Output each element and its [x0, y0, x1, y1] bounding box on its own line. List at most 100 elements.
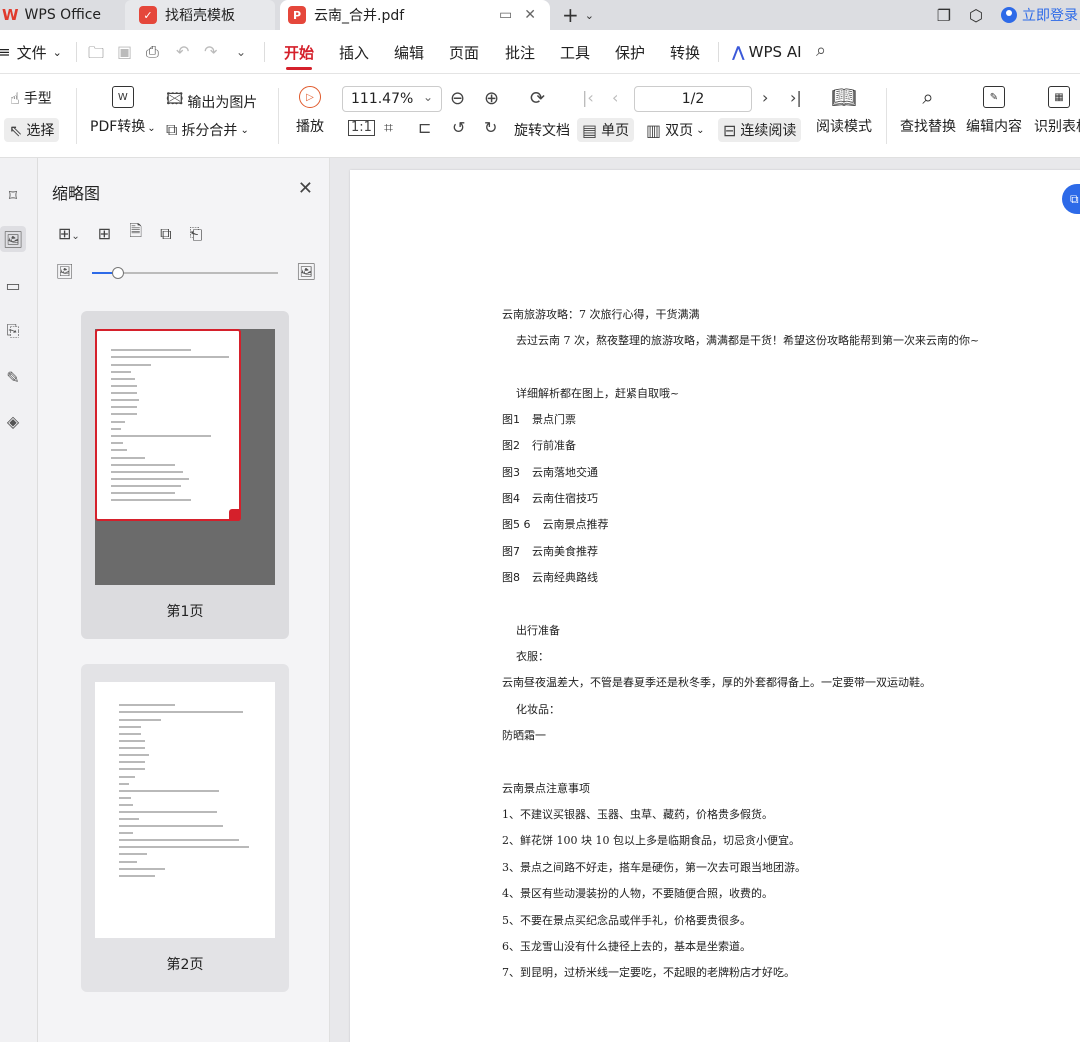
replace-page-icon[interactable]: ⎗ [190, 224, 203, 244]
clothes-text: 云南昼夜温差大，不管是春夏季还是秋冬季，厚的外套都得备上。一定要带一双运动鞋。 [502, 676, 931, 689]
thumbnail-size-slider[interactable]: 🖼︎ 🖼︎ [56, 262, 320, 284]
thumbnail-icon[interactable]: 🖼︎ [0, 226, 26, 252]
layers-icon[interactable]: ◈ [0, 408, 26, 434]
export-image-label: 输出为图片 [187, 94, 258, 111]
note-item: 3、景点之间路不好走，搭车是硬伤，第一次去可跟当地团游。 [502, 861, 806, 874]
monitor-icon[interactable]: ▭ [499, 7, 512, 23]
hand-tool-label: 手型 [23, 91, 52, 107]
chevron-down-icon[interactable]: ⌄ [236, 45, 246, 59]
first-page-icon[interactable]: |‹ [582, 88, 594, 107]
chevron-down-icon: ⌄ [52, 45, 62, 59]
window-restore-icon[interactable]: ❐ [937, 6, 951, 25]
menu-tools[interactable]: 工具 [560, 30, 590, 74]
recognize-table-button[interactable]: ▦ 识别表格 [1034, 86, 1080, 136]
export-image-button[interactable]: 🖾 输出为图片 [166, 88, 257, 115]
menu-insert[interactable]: 插入 [339, 30, 369, 74]
pdf-convert-button[interactable]: W PDF转换 ⌄ [90, 86, 156, 136]
close-icon[interactable]: ✕ [298, 178, 313, 199]
thumbnail-page-1[interactable]: 第1页 [81, 311, 289, 639]
close-tab-icon[interactable]: ✕ [524, 7, 536, 23]
tab-wps-office[interactable]: W WPS Office [0, 0, 118, 30]
single-page-button[interactable]: ▤ 单页 [577, 118, 635, 142]
tab-document[interactable]: P 云南_合并.pdf ▭ ✕ [280, 0, 550, 30]
reading-mode-button[interactable]: 📖︎ 阅读模式 [816, 85, 872, 136]
figure-line: 图1 景点门票 [502, 413, 576, 426]
add-page-icon[interactable]: ⊞ [98, 224, 111, 243]
floating-toolbox-button[interactable]: ⧉ [1062, 184, 1080, 214]
folder-icon[interactable]: 🗀 [88, 42, 104, 69]
next-page-icon[interactable]: › [762, 88, 768, 107]
thumbnail-panel: 缩略图 ✕ ⊞⌄ ⊞ 🗎 ⧉ ⎗ 🖼︎ 🖼︎ 第1页 第2页 [38, 158, 330, 1042]
rotate-right-icon[interactable]: ↻ [484, 118, 497, 137]
thumbnail-page-2[interactable]: 第2页 [81, 664, 289, 992]
thumbnail-page-2-label: 第2页 [166, 957, 204, 973]
bookmark-icon[interactable]: ⌑ [0, 182, 26, 208]
rotate-document-button[interactable]: 旋转文档 [514, 120, 570, 140]
note-item: 2、鲜花饼 100 块 10 包以上多是临期食品，切忌贪小便宜。 [502, 834, 800, 847]
continuous-reading-button[interactable]: ⊟ 连续阅读 [718, 118, 802, 142]
fit-width-icon[interactable]: ⊏ [418, 118, 431, 137]
chevron-down-icon[interactable]: ⌄ [585, 9, 594, 22]
search-icon[interactable]: ⌕ [816, 40, 826, 61]
cube-icon[interactable]: ⬡ [969, 6, 983, 25]
chevron-down-icon: ⌄ [696, 124, 705, 136]
menu-protect[interactable]: 保护 [615, 30, 645, 74]
edit-content-label: 编辑内容 [966, 119, 1022, 135]
new-tab-icon[interactable]: + [562, 3, 579, 27]
signature-icon[interactable]: ✎ [0, 364, 26, 390]
menu-bar: ≡ 文件 ⌄ 🗀 ▣ ⎙ ↶ ↷ ⌄ 开始 插入 编辑 页面 批注 工具 保护 … [0, 30, 1080, 74]
zoom-out-icon[interactable]: ⊖ [450, 88, 465, 109]
play-button[interactable]: ▷ 播放 [296, 86, 324, 136]
rotate-doc-icon[interactable]: ⟳ [530, 88, 545, 109]
thumbnail-page-2-preview [95, 682, 275, 938]
zoom-select[interactable]: 111.47% ⌄ [342, 86, 442, 112]
fit-page-icon[interactable]: ⌗ [384, 118, 393, 138]
attachment-icon[interactable]: ⎘ [0, 318, 26, 344]
play-icon: ▷ [299, 86, 321, 108]
menu-page-label: 页面 [449, 43, 480, 62]
page-number-input[interactable]: 1/2 [634, 86, 752, 112]
actual-size-icon[interactable]: 1:1 [348, 120, 375, 136]
tab-template[interactable]: ✓ 找稻壳模板 [125, 0, 275, 30]
menu-annotate-label: 批注 [505, 43, 536, 62]
slider-knob[interactable] [112, 267, 124, 279]
reading-mode-label: 阅读模式 [816, 119, 872, 135]
redo-icon[interactable]: ↷ [204, 42, 217, 61]
menu-page[interactable]: 页面 [449, 30, 479, 74]
file-menu[interactable]: ≡ 文件 ⌄ [0, 30, 62, 74]
login-button[interactable]: 立即登录 [1001, 5, 1078, 25]
double-page-button[interactable]: ▥ 双页 ⌄ [646, 120, 705, 140]
split-merge-button[interactable]: ⧉ 拆分合并 ⌄ [166, 120, 249, 140]
zoom-in-icon[interactable]: ⊕ [484, 88, 499, 109]
select-tool-button[interactable]: ⇖ 选择 [4, 118, 60, 142]
tab-template-label: 找稻壳模板 [165, 8, 235, 24]
tab-wps-office-label: WPS Office [24, 7, 102, 23]
comment-icon[interactable]: ▭ [0, 272, 26, 298]
menu-start[interactable]: 开始 [284, 30, 314, 74]
edit-content-button[interactable]: ✎ 编辑内容 [966, 86, 1022, 136]
prev-page-icon[interactable]: ‹ [612, 88, 618, 107]
hand-tool-button[interactable]: ☝ 手型 [10, 88, 52, 108]
rotate-left-icon[interactable]: ↺ [452, 118, 465, 137]
tab-document-label: 云南_合并.pdf [314, 8, 405, 24]
menu-convert[interactable]: 转换 [670, 30, 700, 74]
insert-file-icon[interactable]: 🗎 [129, 220, 142, 247]
ribbon-toolbar: ☝ 手型 ⇖ 选择 W PDF转换 ⌄ 🖾 输出为图片 ⧉ 拆分合并 ⌄ ▷ 播放… [0, 74, 1080, 158]
copy-page-icon[interactable]: ⧉ [160, 224, 171, 244]
notes-heading: 云南景点注意事项 [502, 782, 590, 795]
prep-heading: 出行准备 [516, 624, 560, 637]
last-page-icon[interactable]: ›| [790, 88, 802, 107]
thumbnail-page-1-label: 第1页 [166, 604, 204, 620]
note-item: 4、景区有些动漫装扮的人物，不要随便合照，收费的。 [502, 887, 773, 900]
print-icon[interactable]: ⎙ [146, 42, 159, 62]
document-view[interactable]: ⧉ 云南旅游攻略：7 次旅行心得，干货满满 去过云南 7 次，熬夜整理的旅游攻略… [330, 158, 1080, 1042]
wps-logo-icon: W [2, 6, 19, 24]
save-icon[interactable]: ▣ [117, 42, 132, 61]
undo-icon[interactable]: ↶ [176, 42, 189, 61]
find-replace-button[interactable]: ⌕ 查找替换 [900, 85, 956, 136]
menu-edit[interactable]: 编辑 [394, 30, 424, 74]
menu-annotate[interactable]: 批注 [505, 30, 535, 74]
wps-ai-button[interactable]: ⋀ WPS AI [732, 30, 802, 74]
grid-view-icon[interactable]: ⊞⌄ [58, 224, 80, 243]
note-item: 5、不要在景点买纪念品或伴手礼，价格要贵很多。 [502, 914, 751, 927]
